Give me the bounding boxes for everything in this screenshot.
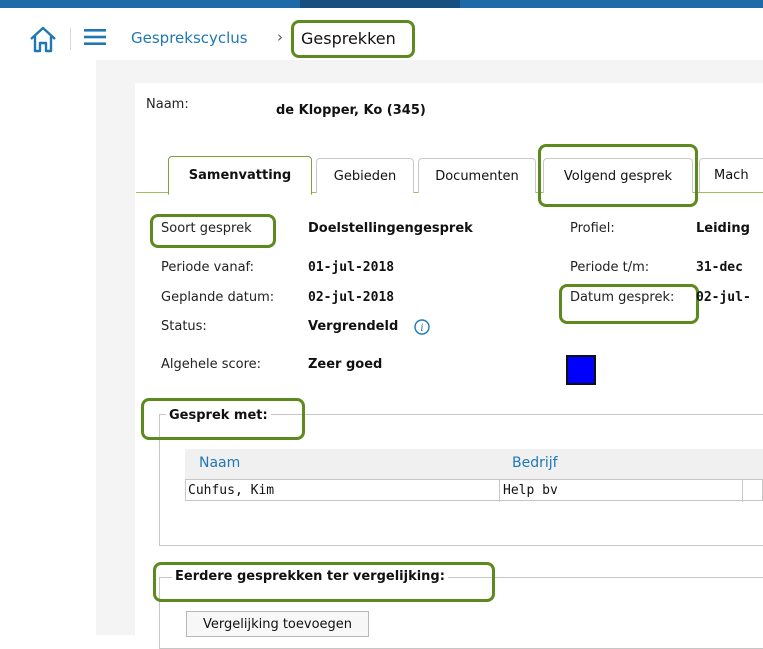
- tab-documenten[interactable]: Documenten: [418, 158, 536, 193]
- menu-icon[interactable]: [84, 28, 106, 46]
- datum-gesprek-label: Datum gesprek:: [570, 290, 675, 305]
- column-header-bedrijf[interactable]: Bedrijf: [512, 455, 558, 471]
- tab-label: Volgend gesprek: [563, 168, 673, 184]
- home-icon[interactable]: [28, 24, 58, 54]
- tab-label: Samenvatting: [188, 168, 292, 183]
- algehele-score-label: Algehele score:: [161, 357, 262, 372]
- geplande-datum-value: 02-jul-2018: [308, 290, 395, 305]
- tab-samenvatting[interactable]: Samenvatting: [168, 156, 312, 195]
- profiel-value: Leiding: [696, 221, 750, 236]
- status-value: Vergrendeld: [308, 319, 399, 334]
- top-bar: Gesprekscyclus › Gesprekken: [0, 0, 763, 60]
- button-label: Vergelijking toevoegen: [202, 616, 353, 632]
- tab-gebieden[interactable]: Gebieden: [316, 158, 414, 193]
- soort-gesprek-value: Doelstellingengesprek: [308, 221, 473, 236]
- profiel-label: Profiel:: [570, 221, 615, 236]
- tab-label: Gebieden: [333, 168, 397, 184]
- status-label: Status:: [161, 319, 207, 334]
- breadcrumb-current: Gesprekken: [301, 29, 396, 48]
- left-panel: [0, 60, 96, 635]
- table-row[interactable]: Cuhfus, Kim Help bv: [185, 479, 763, 502]
- cell-naam: Cuhfus, Kim: [188, 483, 275, 498]
- tab-volgend-gesprek[interactable]: Volgend gesprek: [543, 158, 693, 193]
- top-accent-strip: [0, 0, 763, 8]
- svg-text:i: i: [420, 323, 423, 334]
- periode-tm-value: 31-dec: [696, 260, 743, 275]
- table-header: [185, 449, 763, 479]
- score-color-swatch: [566, 355, 596, 385]
- periode-tm-label: Periode t/m:: [570, 260, 650, 275]
- periode-vanaf-label: Periode vanaf:: [161, 260, 255, 275]
- algehele-score-value: Zeer goed: [308, 357, 383, 372]
- datum-gesprek-value: 02-jul-: [696, 290, 751, 305]
- gesprek-met-legend: Gesprek met:: [166, 408, 271, 423]
- employee-name-value: de Klopper, Ko (345): [276, 103, 426, 118]
- tab-mach[interactable]: Mach: [699, 158, 763, 192]
- periode-vanaf-value: 01-jul-2018: [308, 260, 395, 275]
- breadcrumb-parent-link[interactable]: Gesprekscyclus: [131, 29, 248, 47]
- info-icon[interactable]: i: [414, 319, 430, 335]
- vergelijking-toevoegen-button[interactable]: Vergelijking toevoegen: [186, 611, 369, 637]
- tab-label: Mach: [714, 168, 749, 183]
- cell-bedrijf: Help bv: [503, 483, 558, 498]
- soort-gesprek-label: Soort gesprek: [161, 221, 252, 236]
- eerdere-gesprekken-legend: Eerdere gesprekken ter vergelijking:: [172, 569, 448, 584]
- geplande-datum-label: Geplande datum:: [161, 290, 275, 305]
- tab-label: Documenten: [435, 168, 519, 184]
- header-divider: [70, 28, 71, 50]
- breadcrumb-chevron-icon: ›: [277, 28, 283, 46]
- employee-name-label: Naam:: [146, 97, 189, 112]
- column-header-naam[interactable]: Naam: [199, 455, 240, 471]
